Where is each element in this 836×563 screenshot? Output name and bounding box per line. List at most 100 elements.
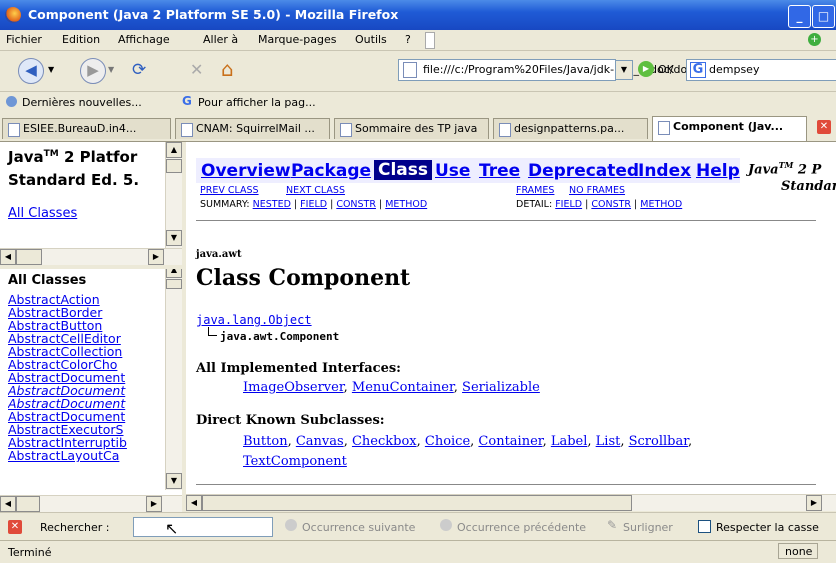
find-input[interactable]: [133, 517, 273, 537]
subclass-link[interactable]: TextComponent: [243, 454, 347, 469]
nav-use[interactable]: Use: [435, 161, 470, 181]
back-arrow-icon[interactable]: ◀: [18, 58, 44, 84]
menu-outils[interactable]: Outils: [355, 33, 387, 46]
google-icon[interactable]: G: [690, 62, 706, 78]
subclass-link[interactable]: Checkbox: [352, 434, 417, 449]
scroll-right-icon[interactable]: ▶: [146, 496, 162, 512]
menu-help[interactable]: ?: [405, 33, 411, 46]
subclass-link[interactable]: Scrollbar: [629, 434, 688, 449]
scroll-right-icon[interactable]: ▶: [148, 249, 164, 265]
menu-fichier[interactable]: Fichier: [6, 33, 42, 46]
subclass-link[interactable]: Canvas: [296, 434, 344, 449]
scroll-thumb[interactable]: [202, 495, 632, 511]
tab-designpatterns[interactable]: designpatterns.pa...: [493, 118, 648, 139]
match-case-label[interactable]: Respecter la casse: [716, 521, 819, 534]
menu-marque-pages[interactable]: Marque-pages: [258, 33, 336, 46]
nav-help[interactable]: Help: [696, 161, 740, 181]
update-icon[interactable]: +: [808, 33, 821, 46]
go-button-label[interactable]: OK: [658, 63, 674, 76]
reload-icon[interactable]: ⟳: [132, 60, 146, 80]
subclass-link[interactable]: Button: [243, 434, 288, 449]
scroll-thumb[interactable]: [166, 159, 182, 173]
nav-deprecated[interactable]: Deprecated: [528, 161, 639, 181]
scroll-left-icon[interactable]: ◀: [0, 249, 16, 265]
close-tab-icon[interactable]: ✕: [817, 120, 831, 134]
find-next-icon[interactable]: [285, 519, 297, 531]
nav-package[interactable]: Package: [291, 161, 371, 181]
tree-connector: [208, 327, 217, 336]
back-dropdown-icon[interactable]: ▼: [48, 65, 54, 74]
find-previous-icon[interactable]: [440, 519, 452, 531]
tab-component[interactable]: Component (Jav...: [652, 116, 807, 141]
scroll-up-icon[interactable]: ▲: [166, 269, 182, 278]
minimize-button[interactable]: _: [788, 5, 811, 28]
frames-link[interactable]: FRAMES: [516, 185, 554, 196]
scroll-left-icon[interactable]: ◀: [0, 496, 16, 512]
highlight-button[interactable]: Surligner: [623, 521, 673, 534]
url-bar[interactable]: file:///c:/Program%20Files/Java/jdk-1_5_…: [398, 59, 709, 81]
vertical-scrollbar[interactable]: ▲ ▼: [165, 269, 182, 490]
tab-bar: ESIEE.BureauD.in4... CNAM: SquirrelMail …: [0, 114, 836, 142]
nav-tree[interactable]: Tree: [479, 161, 520, 181]
scroll-down-icon[interactable]: ▼: [166, 473, 182, 489]
scroll-thumb[interactable]: [16, 249, 42, 265]
nav-index[interactable]: Index: [638, 161, 691, 181]
scroll-down-icon[interactable]: ▼: [166, 230, 182, 246]
find-bar: ✕ Rechercher : ↖ Occurrence suivante Occ…: [0, 512, 836, 541]
home-icon[interactable]: ⌂: [221, 57, 234, 81]
scroll-thumb[interactable]: [166, 279, 182, 289]
forward-arrow-icon[interactable]: ▶: [80, 58, 106, 84]
subclass-link[interactable]: List: [596, 434, 621, 449]
summary-field-link[interactable]: FIELD: [300, 199, 327, 210]
horizontal-scrollbar[interactable]: ◀ ▶: [186, 494, 836, 511]
nav-overview[interactable]: Overview: [201, 161, 291, 181]
stop-icon[interactable]: ✕: [190, 60, 203, 79]
highlight-icon[interactable]: ✎: [607, 518, 617, 532]
next-class-link[interactable]: NEXT CLASS: [286, 185, 345, 196]
detail-method-link[interactable]: METHOD: [640, 199, 682, 210]
all-classes-link[interactable]: All Classes: [8, 206, 77, 221]
scroll-up-icon[interactable]: ▲: [166, 142, 182, 158]
interfaces-list: ImageObserver, MenuContainer, Serializab…: [243, 380, 540, 395]
search-box[interactable]: G dempsey: [686, 59, 836, 81]
bookmark-display[interactable]: Pour afficher la pag...: [198, 96, 316, 109]
scroll-thumb[interactable]: [16, 496, 40, 512]
interface-link[interactable]: Serializable: [462, 380, 540, 395]
subclass-link[interactable]: Choice: [425, 434, 470, 449]
interface-link[interactable]: ImageObserver: [243, 380, 344, 395]
summary-nested-link[interactable]: NESTED: [253, 199, 291, 210]
forward-dropdown-icon[interactable]: ▼: [108, 65, 114, 74]
go-icon[interactable]: ▶: [638, 61, 654, 77]
close-findbar-icon[interactable]: ✕: [8, 520, 22, 534]
bookmark-news[interactable]: Dernières nouvelles...: [22, 96, 142, 109]
find-label: Rechercher :: [40, 521, 110, 534]
vertical-scrollbar[interactable]: ▲ ▼: [165, 142, 182, 248]
nav-class-current: Class: [374, 160, 433, 180]
menu-edition[interactable]: Edition: [62, 33, 100, 46]
subclass-link[interactable]: Container: [478, 434, 542, 449]
tab-sommaire[interactable]: Sommaire des TP java: [334, 118, 489, 139]
detail-constr-link[interactable]: CONSTR: [591, 199, 631, 210]
maximize-button[interactable]: □: [812, 5, 835, 28]
find-previous-button[interactable]: Occurrence précédente: [457, 521, 586, 534]
find-next-button[interactable]: Occurrence suivante: [302, 521, 415, 534]
menu-aller-a[interactable]: Aller à: [203, 33, 238, 46]
menu-affichage[interactable]: Affichage: [118, 33, 170, 46]
prev-class-link[interactable]: PREV CLASS: [200, 185, 259, 196]
no-frames-link[interactable]: NO FRAMES: [569, 185, 625, 196]
horizontal-scrollbar[interactable]: ◀ ▶: [0, 248, 182, 265]
summary-method-link[interactable]: METHOD: [385, 199, 427, 210]
horizontal-scrollbar[interactable]: ◀ ▶: [0, 495, 182, 513]
scroll-left-icon[interactable]: ◀: [186, 495, 202, 511]
tab-esiee[interactable]: ESIEE.BureauD.in4...: [2, 118, 171, 139]
tab-cnam[interactable]: CNAM: SquirrelMail ...: [175, 118, 330, 139]
scroll-right-icon[interactable]: ▶: [806, 495, 822, 511]
list-item[interactable]: AbstractLayoutCa: [8, 449, 164, 462]
subclass-link[interactable]: Label: [551, 434, 588, 449]
summary-constr-link[interactable]: CONSTR: [336, 199, 376, 210]
detail-field-link[interactable]: FIELD: [555, 199, 582, 210]
interface-link[interactable]: MenuContainer: [352, 380, 454, 395]
url-dropdown-icon[interactable]: ▼: [615, 60, 633, 80]
match-case-checkbox[interactable]: [698, 520, 711, 533]
hierarchy-parent-link[interactable]: java.lang.Object: [196, 313, 312, 327]
